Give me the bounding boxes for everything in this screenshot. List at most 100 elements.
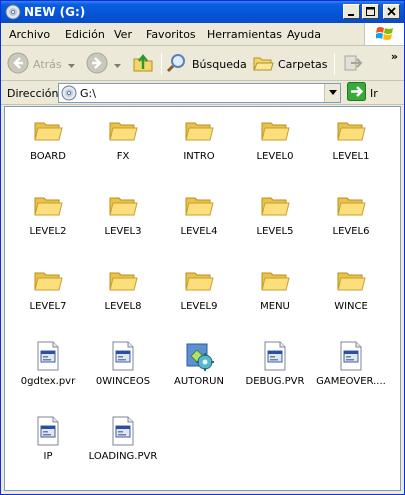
file-item[interactable]: DEBUG.PVR <box>237 336 313 402</box>
folder-icon <box>32 265 64 297</box>
file-item[interactable]: 0gdtex.pvr <box>10 336 86 402</box>
move-to-button[interactable] <box>342 52 364 76</box>
menu-ver[interactable]: Ver <box>114 28 132 41</box>
up-folder-button[interactable] <box>132 52 154 76</box>
folder-icon <box>259 115 291 147</box>
file-item[interactable]: GAMEOVER.... <box>313 336 389 402</box>
menu-edicion[interactable]: Edición <box>65 28 105 41</box>
close-button[interactable] <box>383 4 400 19</box>
item-name: MENU <box>260 301 290 312</box>
item-name: LEVEL4 <box>180 226 218 237</box>
file-item[interactable]: AUTORUN <box>161 336 237 402</box>
explorer-window: NEW (G:) Archivo Edición Ver Favoritos H… <box>0 0 405 495</box>
folder-icon <box>335 190 367 222</box>
folder-item[interactable]: LEVEL1 <box>313 111 389 177</box>
cd-drive-icon <box>61 85 77 104</box>
folder-item[interactable]: BOARD <box>10 111 86 177</box>
item-name: LEVEL6 <box>332 226 370 237</box>
folder-item[interactable]: LEVEL6 <box>313 186 389 252</box>
search-icon <box>166 52 188 77</box>
folder-item[interactable]: MENU <box>237 261 313 327</box>
folder-icon <box>183 115 215 147</box>
folder-item[interactable]: LEVEL0 <box>237 111 313 177</box>
back-dropdown-icon[interactable] <box>67 58 75 71</box>
search-label: Búsqueda <box>192 57 247 71</box>
toolbar-overflow-icon[interactable]: » <box>391 50 398 63</box>
item-name: WINCE <box>334 301 368 312</box>
menu-archivo[interactable]: Archivo <box>9 28 50 41</box>
item-name: LEVEL5 <box>256 226 294 237</box>
item-name: AUTORUN <box>174 376 224 387</box>
folder-icon <box>107 265 139 297</box>
item-name: INTRO <box>183 151 215 162</box>
folder-icon <box>335 265 367 297</box>
folder-icon <box>259 190 291 222</box>
file-icon <box>107 340 139 372</box>
item-name: LEVEL9 <box>180 301 218 312</box>
item-name: LEVEL3 <box>104 226 142 237</box>
menu-favoritos[interactable]: Favoritos <box>146 28 196 41</box>
forward-dropdown-icon[interactable] <box>114 58 121 71</box>
toolbar: Atrás Búsqueda Carpetas » <box>1 47 404 81</box>
go-button[interactable]: Ir <box>347 82 378 104</box>
go-arrow-icon <box>347 82 366 104</box>
item-name: 0WINCEOS <box>95 376 151 387</box>
file-view[interactable]: BOARD FX INTRO LEVEL0 LEVEL1 LEVEL2 LEVEL3 LEVE… <box>4 106 401 491</box>
folder-icon <box>32 115 64 147</box>
menu-ayuda[interactable]: Ayuda <box>287 28 321 41</box>
folder-item[interactable]: LEVEL5 <box>237 186 313 252</box>
up-folder-icon <box>132 52 154 77</box>
folders-icon <box>252 52 274 77</box>
folder-icon <box>259 265 291 297</box>
folder-icon <box>183 190 215 222</box>
file-item[interactable]: IP <box>10 411 86 477</box>
file-icon <box>107 415 139 447</box>
title-bar[interactable]: NEW (G:) <box>1 1 404 23</box>
minimize-button[interactable] <box>343 4 360 19</box>
folder-icon <box>107 115 139 147</box>
folder-item[interactable]: LEVEL8 <box>85 261 161 327</box>
file-icon <box>259 340 291 372</box>
folder-icon <box>335 115 367 147</box>
folder-item[interactable]: FX <box>85 111 161 177</box>
item-name: IP <box>43 451 53 462</box>
maximize-button[interactable] <box>362 4 379 19</box>
file-item[interactable]: 0WINCEOS <box>85 336 161 402</box>
folder-item[interactable]: LEVEL9 <box>161 261 237 327</box>
item-name: GAMEOVER.... <box>316 376 386 387</box>
window-title: NEW (G:) <box>24 5 86 19</box>
address-input[interactable]: G:\ <box>58 83 341 103</box>
file-item[interactable]: LOADING.PVR <box>85 411 161 477</box>
folders-label: Carpetas <box>278 57 328 71</box>
back-arrow-icon <box>7 52 29 77</box>
address-label: Dirección <box>7 87 59 100</box>
folder-icon <box>32 190 64 222</box>
folder-item[interactable]: LEVEL4 <box>161 186 237 252</box>
item-name: LEVEL8 <box>104 301 142 312</box>
menu-bar: Archivo Edición Ver Favoritos Herramient… <box>1 23 404 46</box>
forward-button[interactable] <box>86 52 121 76</box>
folders-button[interactable]: Carpetas <box>252 52 327 76</box>
item-name: LEVEL0 <box>256 151 294 162</box>
item-name: BOARD <box>30 151 66 162</box>
back-button[interactable]: Atrás <box>7 52 75 76</box>
item-name: LEVEL7 <box>29 301 67 312</box>
search-button[interactable]: Búsqueda <box>166 52 247 76</box>
go-label: Ir <box>370 86 378 100</box>
item-name: LEVEL1 <box>332 151 370 162</box>
folder-item[interactable]: WINCE <box>313 261 389 327</box>
menu-herramientas[interactable]: Herramientas <box>207 28 282 41</box>
folder-item[interactable]: LEVEL7 <box>10 261 86 327</box>
address-dropdown-button[interactable] <box>324 84 340 102</box>
windows-logo-icon <box>364 23 404 45</box>
move-to-icon <box>342 52 364 77</box>
file-icon <box>335 340 367 372</box>
item-name: LEVEL2 <box>29 226 67 237</box>
item-name: FX <box>116 151 130 162</box>
folder-item[interactable]: INTRO <box>161 111 237 177</box>
folder-item[interactable]: LEVEL2 <box>10 186 86 252</box>
folder-item[interactable]: LEVEL3 <box>85 186 161 252</box>
file-icon <box>32 340 64 372</box>
back-label: Atrás <box>33 57 62 71</box>
address-value: G:\ <box>80 87 96 100</box>
